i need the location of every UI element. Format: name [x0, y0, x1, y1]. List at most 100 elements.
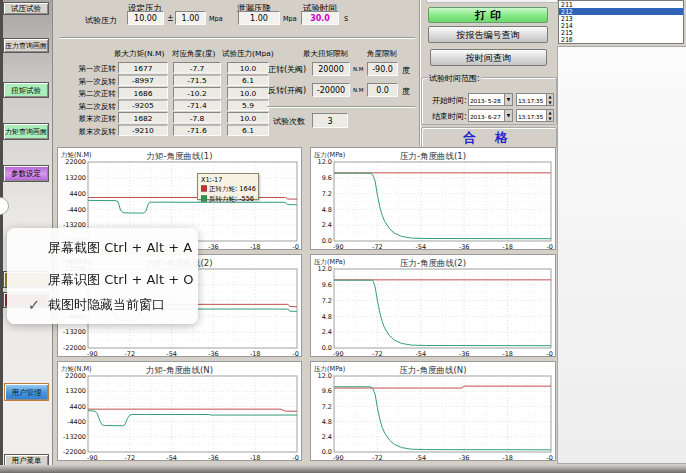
chart-plot: 12.09.67.24.82.40.0-90-72-54-36-18-0: [311, 255, 555, 356]
limit-row1-angle[interactable]: -90.0: [367, 62, 398, 76]
chart-tile-2: 压力(MPa)压力-角度曲线(1)12.09.67.24.82.40.0-90-…: [310, 147, 556, 250]
menu-item-hide-window[interactable]: ✓截图时隐藏当前窗口: [7, 297, 198, 312]
svg-text:0.0: 0.0: [322, 237, 332, 245]
limit-row2-angle[interactable]: 0.0: [367, 83, 398, 97]
svg-text:-90: -90: [333, 454, 344, 461]
sidebar-button-label: 力矩查询画面: [5, 127, 47, 136]
sidebar-button-param-set[interactable]: 参数设定: [3, 165, 49, 182]
report-list-item[interactable]: 215: [559, 29, 683, 36]
sidebar-button-torque-test[interactable]: 扭矩试验: [3, 82, 49, 98]
end-time-spinner[interactable]: 13:17:35 ▲▼: [516, 109, 554, 122]
col-header-torque: 最大力矩(N.M): [114, 49, 164, 59]
col-header-angle: 对应角度(度): [172, 49, 215, 59]
end-time-label: 结束时间:: [432, 111, 467, 122]
svg-text:0.0: 0.0: [322, 344, 332, 352]
end-time-value: 13:17:35: [518, 113, 543, 120]
result-cell-torque: 1686: [118, 87, 168, 99]
end-date-value: 2013- 6-27: [470, 113, 500, 120]
end-date-combo[interactable]: 2013- 6-27 ▼: [468, 109, 513, 122]
print-button[interactable]: 打 印: [428, 7, 548, 23]
start-time-spinner[interactable]: 13:17:35 ▲▼: [516, 93, 554, 106]
result-cell-angle: -7.8: [173, 112, 221, 124]
svg-text:22000: 22000: [65, 372, 86, 380]
angle-limit-header: 角度限制: [367, 49, 397, 59]
chart-plot: 12.09.67.24.82.40.0-90-72-54-36-18-0: [311, 148, 555, 249]
svg-text:-22000: -22000: [63, 344, 86, 352]
sidebar-button-label: 用户管理: [12, 387, 42, 397]
leak-drop-input[interactable]: 1.00: [238, 11, 280, 25]
sidebar-button-pressure-test[interactable]: 试压试验: [3, 2, 49, 15]
sidebar-button-user-manage[interactable]: 用户管理: [4, 383, 49, 401]
sidebar-button-label: 扭矩试验: [11, 85, 41, 95]
test-time-input[interactable]: 30.0: [301, 11, 339, 25]
separator-limits: [267, 106, 415, 108]
svg-text:-54: -54: [415, 243, 426, 250]
report-list-item[interactable]: 216: [559, 36, 683, 43]
query-by-report-button[interactable]: 按报告编号查询: [428, 26, 548, 43]
sidebar-notch[interactable]: [0, 197, 9, 215]
test-pressure-tolerance-input[interactable]: 1.00: [175, 11, 206, 25]
report-list-item[interactable]: 211: [559, 1, 683, 8]
svg-text:-22000: -22000: [63, 448, 86, 456]
report-list-item[interactable]: 213: [559, 15, 683, 22]
svg-text:-54: -54: [415, 350, 426, 357]
svg-text:4.8: 4.8: [322, 206, 332, 214]
result-cell-pressure: 10.0: [227, 87, 269, 99]
test-count-input[interactable]: 3: [312, 113, 348, 128]
report-listbox[interactable]: 211212213214215216: [558, 0, 684, 44]
svg-text:7.2: 7.2: [322, 297, 332, 305]
result-cell-pressure: 10.0: [227, 62, 269, 74]
chart-plot: 22000132004400-4400-13200-22000-90-72-54…: [58, 362, 301, 460]
test-pressure-label: 试验压力: [85, 15, 117, 26]
report-list-item[interactable]: 212: [559, 8, 683, 15]
start-date-combo[interactable]: 2013- 5-28 ▼: [468, 93, 513, 106]
unit-mpa-1: Mpa: [209, 15, 223, 23]
chart-tooltip: X1:-17 正转力矩: 1646 反转力矩: -556: [197, 173, 259, 200]
result-cell-pressure: 10.0: [227, 112, 269, 124]
end-time-spin-icons[interactable]: ▲▼: [546, 110, 553, 121]
svg-text:-90: -90: [333, 350, 344, 357]
result-row-label: 第一次正转: [58, 64, 116, 74]
end-date-dropdown-icon[interactable]: ▼: [504, 110, 512, 121]
query-by-time-button[interactable]: 按时间查询: [430, 49, 547, 66]
result-cell-torque: -8997: [118, 75, 168, 87]
report-list-item[interactable]: 214: [559, 22, 683, 29]
svg-text:-72: -72: [124, 350, 135, 357]
svg-text:-0: -0: [547, 454, 553, 461]
tooltip-fwd: 正转力矩: 1646: [201, 184, 258, 193]
result-cell-pressure: 6.1: [227, 125, 269, 137]
svg-text:-18: -18: [250, 243, 261, 250]
svg-text:4400: 4400: [69, 403, 86, 411]
limit-row1-torque[interactable]: 20000: [312, 62, 350, 76]
svg-text:-4400: -4400: [67, 206, 86, 214]
result-label: 合 格: [463, 129, 515, 147]
tooltip-x: X1:-17: [201, 176, 258, 184]
sidebar-button-pressure-query[interactable]: 压力查询画面: [3, 38, 49, 53]
start-time-spin-icons[interactable]: ▲▼: [546, 94, 553, 105]
menu-item-screenshot[interactable]: 屏幕截图 Ctrl + Alt + A: [7, 240, 198, 255]
svg-text:-36: -36: [459, 350, 470, 357]
svg-text:-90: -90: [87, 454, 98, 461]
menu-item-ocr[interactable]: 屏幕识图 Ctrl + Alt + O: [7, 272, 198, 287]
svg-text:4.8: 4.8: [322, 313, 332, 321]
unit-mpa-2: Mpa: [283, 15, 297, 23]
svg-text:-72: -72: [124, 454, 135, 461]
result-cell-torque: 1682: [118, 112, 168, 124]
sidebar-edge: [0, 0, 3, 473]
fwd-swatch-icon: [201, 186, 207, 192]
result-row-label: 第二次反转: [58, 102, 116, 112]
rev-swatch-icon: [201, 196, 207, 202]
limit-row2-torque[interactable]: -20000: [312, 83, 350, 97]
limit-row1-torque-unit: N.M: [353, 66, 364, 73]
svg-text:-36: -36: [208, 350, 219, 357]
sidebar-button-torque-query[interactable]: 力矩查询画面: [3, 123, 49, 140]
svg-text:9.6: 9.6: [322, 281, 332, 289]
svg-text:-36: -36: [208, 454, 219, 461]
tooltip-rev-text: 反转力矩: -556: [209, 194, 254, 203]
unit-s: S: [344, 15, 348, 23]
start-date-dropdown-icon[interactable]: ▼: [504, 94, 512, 105]
svg-text:4400: 4400: [69, 190, 86, 198]
svg-text:2.4: 2.4: [322, 328, 332, 336]
start-time-label: 开始时间:: [432, 95, 467, 106]
test-pressure-input[interactable]: 10.00: [127, 11, 164, 25]
